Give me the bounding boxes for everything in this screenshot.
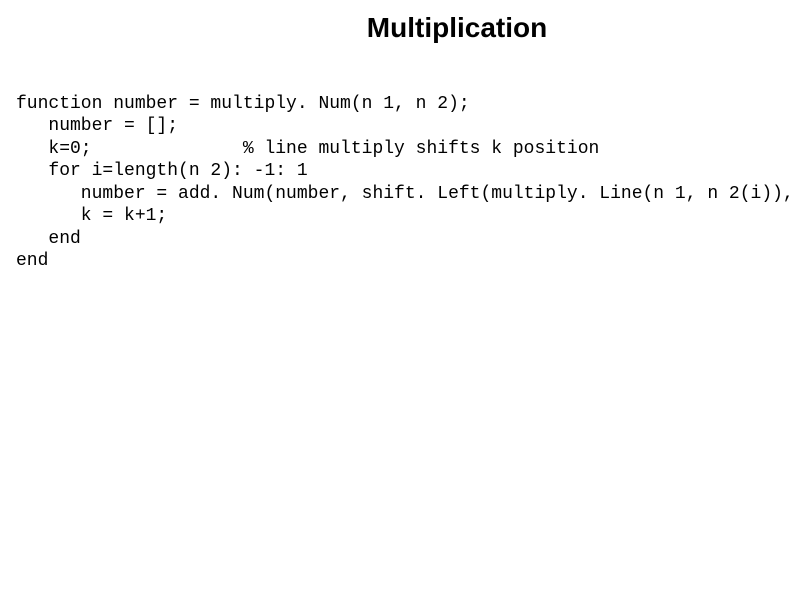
code-line: end <box>16 229 81 249</box>
page-title: Multiplication <box>0 0 794 44</box>
slide: Multiplication function number = multipl… <box>0 0 794 595</box>
code-line: k=0; % line multiply shifts k position <box>16 139 599 159</box>
code-line: function number = multiply. Num(n 1, n 2… <box>16 94 470 114</box>
code-line: number = add. Num(number, shift. Left(mu… <box>16 184 794 204</box>
code-block: function number = multiply. Num(n 1, n 2… <box>0 44 794 273</box>
code-line: k = k+1; <box>16 206 167 226</box>
code-line: number = []; <box>16 116 178 136</box>
code-line: for i=length(n 2): -1: 1 <box>16 161 308 181</box>
code-line: end <box>16 251 48 271</box>
